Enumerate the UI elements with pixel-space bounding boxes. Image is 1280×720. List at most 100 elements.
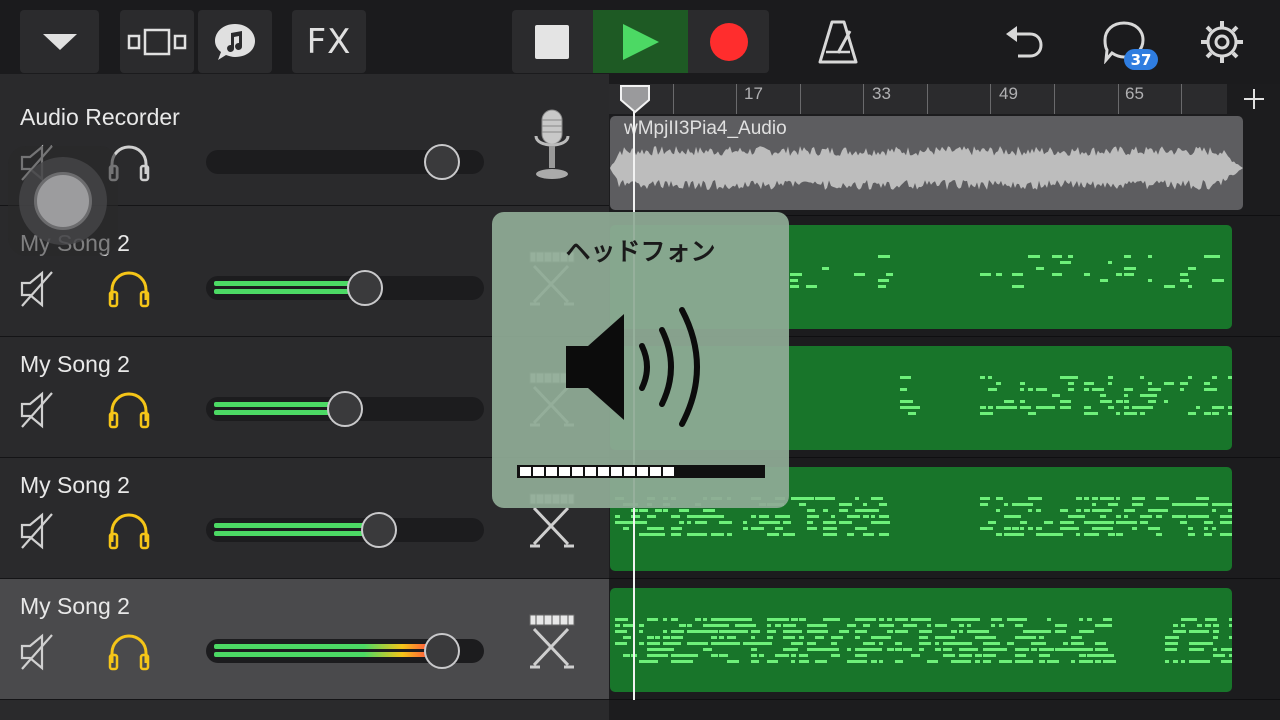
plus-icon bbox=[1244, 89, 1264, 109]
volume-level-segment bbox=[650, 467, 661, 476]
browser-button[interactable] bbox=[198, 10, 272, 73]
volume-slider[interactable] bbox=[206, 144, 484, 180]
volume-level-segment bbox=[585, 467, 596, 476]
midi-notes bbox=[615, 618, 1232, 663]
mute-speaker-icon bbox=[20, 633, 53, 671]
top-toolbar: FX 37 bbox=[0, 0, 1280, 84]
settings-button[interactable] bbox=[1184, 10, 1260, 73]
level-meter bbox=[214, 281, 352, 295]
volume-slider[interactable] bbox=[206, 270, 484, 306]
mute-speaker-icon bbox=[20, 391, 53, 429]
ruler-tick bbox=[673, 84, 674, 114]
audio-waveform bbox=[610, 146, 1243, 190]
mute-button[interactable] bbox=[20, 512, 56, 554]
metronome-icon bbox=[818, 20, 858, 63]
tracks-view-icon bbox=[127, 28, 187, 55]
add-section-button[interactable] bbox=[1238, 84, 1270, 114]
ruler-tick bbox=[800, 84, 801, 114]
volume-hud: ヘッドフォン bbox=[492, 212, 789, 508]
volume-level-segment bbox=[624, 467, 635, 476]
tracks-menu-button[interactable] bbox=[20, 10, 99, 73]
chevron-down-icon bbox=[42, 33, 77, 50]
volume-slider[interactable] bbox=[206, 391, 484, 427]
ruler[interactable]: 17 33 49 65 bbox=[609, 84, 1227, 114]
track-header[interactable]: My Song 2 bbox=[0, 579, 609, 700]
loop-count-badge: 37 bbox=[1124, 49, 1158, 70]
volume-level-segment bbox=[520, 467, 531, 476]
level-meter bbox=[214, 644, 429, 658]
ruler-tick bbox=[1054, 84, 1055, 114]
mute-speaker-icon bbox=[20, 270, 53, 308]
record-icon bbox=[710, 22, 748, 61]
tracks-view-button[interactable] bbox=[120, 10, 194, 73]
headphones-icon bbox=[108, 271, 150, 308]
volume-level-segment bbox=[598, 467, 609, 476]
mute-button[interactable] bbox=[20, 391, 56, 433]
volume-slider[interactable] bbox=[206, 512, 484, 548]
stop-icon bbox=[535, 24, 569, 59]
transport-controls bbox=[512, 10, 769, 73]
undo-icon bbox=[1006, 25, 1043, 57]
volume-level-segment bbox=[559, 467, 570, 476]
play-button[interactable] bbox=[593, 10, 688, 73]
track-name: My Song 2 bbox=[20, 593, 130, 619]
metronome-button[interactable] bbox=[800, 10, 876, 73]
play-icon bbox=[622, 23, 659, 60]
volume-slider[interactable] bbox=[206, 633, 484, 669]
ruler-bar-number: 33 bbox=[872, 84, 891, 103]
ruler-tick bbox=[927, 84, 928, 114]
ruler-tick bbox=[1181, 84, 1182, 114]
ruler-bar-number: 65 bbox=[1125, 84, 1144, 103]
mute-button[interactable] bbox=[20, 270, 56, 312]
volume-knob[interactable] bbox=[327, 391, 363, 427]
headphones-icon bbox=[108, 392, 150, 429]
stop-button[interactable] bbox=[512, 10, 592, 73]
track-name: My Song 2 bbox=[20, 351, 130, 377]
assistive-touch-button[interactable] bbox=[8, 146, 118, 256]
fx-button[interactable]: FX bbox=[292, 10, 366, 73]
lane-divider bbox=[609, 699, 1280, 700]
volume-level-segment bbox=[611, 467, 622, 476]
headphones-icon bbox=[108, 634, 150, 671]
fx-label: FX bbox=[306, 21, 352, 62]
lane-divider bbox=[609, 578, 1280, 579]
playhead-handle[interactable] bbox=[619, 84, 651, 114]
solo-headphones-button[interactable] bbox=[108, 270, 150, 312]
hud-title: ヘッドフォン bbox=[565, 237, 716, 266]
volume-level-segment bbox=[637, 467, 648, 476]
ruler-tick bbox=[863, 84, 864, 114]
headphones-icon bbox=[108, 513, 150, 550]
volume-knob[interactable] bbox=[424, 633, 461, 669]
track-name: Audio Recorder bbox=[20, 104, 180, 130]
gear-icon bbox=[1201, 20, 1243, 63]
record-button[interactable] bbox=[689, 10, 769, 73]
volume-level-bar bbox=[517, 465, 765, 478]
solo-headphones-button[interactable] bbox=[108, 391, 150, 433]
volume-level-segment bbox=[572, 467, 583, 476]
solo-headphones-button[interactable] bbox=[108, 633, 150, 675]
level-meter bbox=[214, 523, 365, 537]
solo-headphones-button[interactable] bbox=[108, 512, 150, 554]
track-name: My Song 2 bbox=[20, 472, 130, 498]
ruler-bar-number: 17 bbox=[744, 84, 763, 103]
microphone-icon[interactable] bbox=[524, 108, 580, 188]
volume-knob[interactable] bbox=[424, 144, 461, 180]
audio-region[interactable]: wMpjII3Pia4_Audio bbox=[610, 116, 1243, 210]
speaker-volume-icon bbox=[566, 307, 700, 427]
volume-knob[interactable] bbox=[347, 270, 384, 306]
ruler-tick bbox=[736, 84, 737, 114]
ruler-tick bbox=[1118, 84, 1119, 114]
midi-region-4[interactable] bbox=[610, 588, 1232, 692]
volume-level-segment bbox=[663, 467, 674, 476]
undo-button[interactable] bbox=[986, 10, 1062, 73]
mute-button[interactable] bbox=[20, 633, 56, 675]
level-meter bbox=[214, 402, 331, 416]
ruler-bar-number: 49 bbox=[999, 84, 1018, 103]
music-note-bubble-icon bbox=[215, 23, 255, 60]
volume-knob[interactable] bbox=[360, 512, 397, 548]
mute-speaker-icon bbox=[20, 512, 53, 550]
volume-level-segment bbox=[533, 467, 544, 476]
keyboard-icon[interactable] bbox=[524, 597, 580, 677]
volume-level-segment bbox=[546, 467, 557, 476]
ruler-tick bbox=[990, 84, 991, 114]
